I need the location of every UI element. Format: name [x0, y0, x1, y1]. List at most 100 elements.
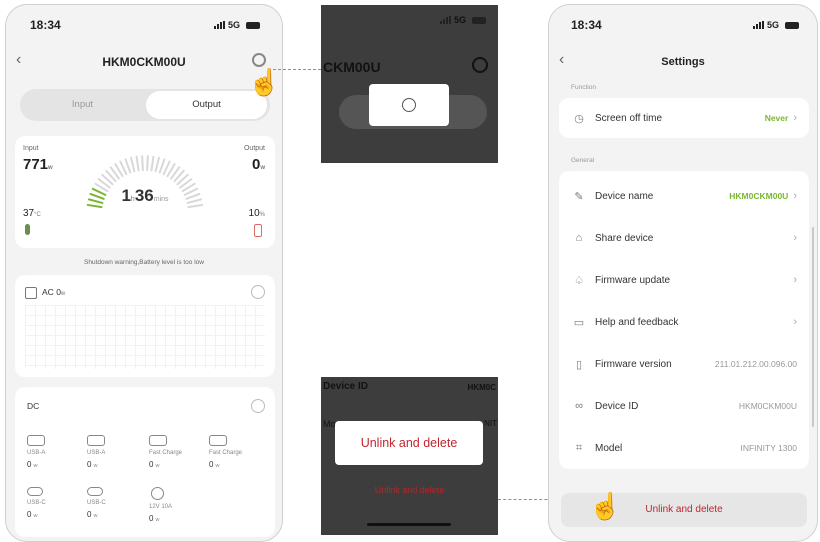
- zoom-device-id-fragment: Device ID: [323, 381, 369, 392]
- zoom-title-fragment: CKM00U: [323, 59, 381, 75]
- screen-off-time-label: Screen off time: [595, 112, 663, 124]
- dc-port-value-unit: w: [155, 463, 160, 469]
- settings-row-device-id: ∞ Device ID HKM0CKM00U: [559, 385, 809, 427]
- dc-port-value: 0w: [149, 460, 182, 469]
- settings-row-label: Device ID: [595, 400, 639, 412]
- section-general-label: General: [571, 157, 595, 164]
- link-icon: ∞: [575, 400, 583, 412]
- settings-title: Settings: [661, 56, 705, 68]
- section-function-label: Function: [571, 84, 596, 91]
- dc-port-6: USB-C 0 w: [87, 487, 106, 519]
- io-tab-bar: Input Output: [20, 89, 270, 121]
- settings-row-value: HKM0CKM00U: [738, 401, 797, 411]
- dc-port-value-number: 0: [27, 510, 32, 519]
- input-value-number: 771: [23, 156, 49, 173]
- gauge-tick: [130, 156, 136, 173]
- dc-port-name: Fast Charge: [149, 450, 183, 456]
- dc-port-value: 0w: [87, 460, 105, 469]
- time-mins-unit: mins: [153, 196, 169, 203]
- remaining-time: 1h36mins: [15, 186, 275, 206]
- zoom-top-screenshot: 5G CKM00U: [321, 5, 498, 163]
- scrollbar[interactable]: [812, 227, 814, 427]
- dc-port-3: Fast Charge 0 w: [149, 435, 182, 469]
- input-value: 771w: [23, 156, 53, 173]
- dc-port-value: 0w: [27, 460, 45, 469]
- status-time: 18:34: [30, 18, 61, 32]
- battery-unit: %: [259, 212, 265, 218]
- dc-port-value-number: 0: [87, 460, 92, 469]
- dc-port-value-number: 0: [87, 510, 92, 519]
- zoom-model-fragment: Mo: [323, 419, 336, 429]
- gauge-tick: [158, 158, 166, 174]
- settings-row-help-and-feedback[interactable]: ▭ Help and feedback ›: [559, 301, 809, 343]
- usb-a-icon: [27, 435, 45, 446]
- settings-network-type: 5G: [766, 20, 779, 30]
- settings-row-label: Firmware update: [595, 274, 671, 286]
- settings-status-indicators: 5G: [752, 20, 799, 30]
- general-card: ✎ Device name HKM0CKM00U › ⌂ Share device › ♤ Fi…: [559, 171, 809, 469]
- dc-port-name: USB-C: [87, 500, 106, 506]
- dc-port-name: USB-A: [27, 450, 46, 456]
- car-port-icon: [151, 487, 164, 500]
- gauge-tick: [150, 155, 155, 172]
- home-indicator: [367, 523, 451, 526]
- tap-hand-icon: ☝: [248, 67, 281, 97]
- dc-port-value-unit: w: [93, 513, 98, 519]
- dc-port-value: 0w: [87, 510, 106, 519]
- chevron-right-icon: ›: [793, 190, 797, 202]
- low-battery-icon: [254, 224, 262, 237]
- time-mins: 36: [134, 186, 154, 205]
- chip-icon: ▯: [575, 358, 583, 371]
- settings-gear-icon[interactable]: [252, 53, 266, 67]
- settings-battery-icon: [785, 21, 799, 29]
- zoom-bottom-screenshot: Device ID HKM0C Mo NIT Unlink and delete…: [321, 377, 498, 535]
- screen-off-time-row[interactable]: ◷ Screen off time Never ›: [559, 98, 809, 138]
- gauge-tick: [146, 155, 149, 172]
- gauge-tick: [124, 158, 132, 174]
- zoom-status: 5G: [439, 15, 486, 25]
- zoom-gear-icon: [472, 57, 488, 73]
- dc-power-toggle-icon[interactable]: [251, 399, 265, 413]
- zoom-network-type: 5G: [453, 15, 466, 25]
- pencil-icon: ✎: [574, 190, 584, 203]
- bell-icon: ♤: [574, 274, 584, 287]
- ac-label: AC 0w: [42, 287, 65, 297]
- dc-port-4: Fast Charge 0 w: [209, 435, 242, 469]
- settings-row-device-name[interactable]: ✎ Device name HKM0CKM00U ›: [559, 175, 809, 217]
- dc-port-value: 0w: [149, 514, 172, 523]
- settings-status-time: 18:34: [571, 18, 602, 32]
- settings-row-value: HKM0CKM00U: [729, 191, 789, 201]
- dc-port-1: USB-A 0 w: [27, 435, 45, 469]
- dc-port-value-number: 0: [27, 460, 32, 469]
- book-icon: ▭: [573, 316, 585, 329]
- thermometer-icon: [25, 224, 30, 235]
- settings-row-firmware-version: ▯ Firmware version 211.01.212.00.096.00: [559, 343, 809, 385]
- screen-off-time-value: Never: [764, 113, 789, 123]
- chevron-right-icon: ›: [793, 232, 797, 244]
- battery-percent: 10%: [249, 208, 265, 219]
- time-hours: 1: [121, 186, 131, 205]
- ac-grid-area: [25, 305, 265, 369]
- dc-port-value: 0w: [27, 510, 46, 519]
- zoom-signal-icon: [439, 16, 451, 24]
- ac-power-toggle-icon[interactable]: [251, 285, 265, 299]
- usb-c-icon: [87, 487, 103, 496]
- zoom-gear-popup[interactable]: [369, 84, 449, 126]
- ac-unit: w: [60, 291, 66, 297]
- connector-line-top: [273, 69, 321, 70]
- gauge-tick: [154, 156, 160, 173]
- network-type: 5G: [227, 20, 240, 30]
- dc-port-name: USB-C: [27, 500, 46, 506]
- settings-row-value: INFINITY 1300: [740, 443, 797, 453]
- ac-card: AC 0w: [15, 275, 275, 377]
- temp-unit: °C: [34, 212, 41, 218]
- settings-row-share-device[interactable]: ⌂ Share device ›: [559, 217, 809, 259]
- zoom-model-value-fragment: NIT: [484, 419, 497, 428]
- dc-port-value-unit: w: [215, 463, 220, 469]
- popup-gear-icon: [402, 98, 416, 112]
- chevron-right-icon: ›: [793, 316, 797, 328]
- settings-row-firmware-update[interactable]: ♤ Firmware update ›: [559, 259, 809, 301]
- unlink-popup-button[interactable]: Unlink and delete: [335, 421, 483, 465]
- dc-label: DC: [27, 401, 40, 411]
- tab-input[interactable]: Input: [20, 89, 145, 121]
